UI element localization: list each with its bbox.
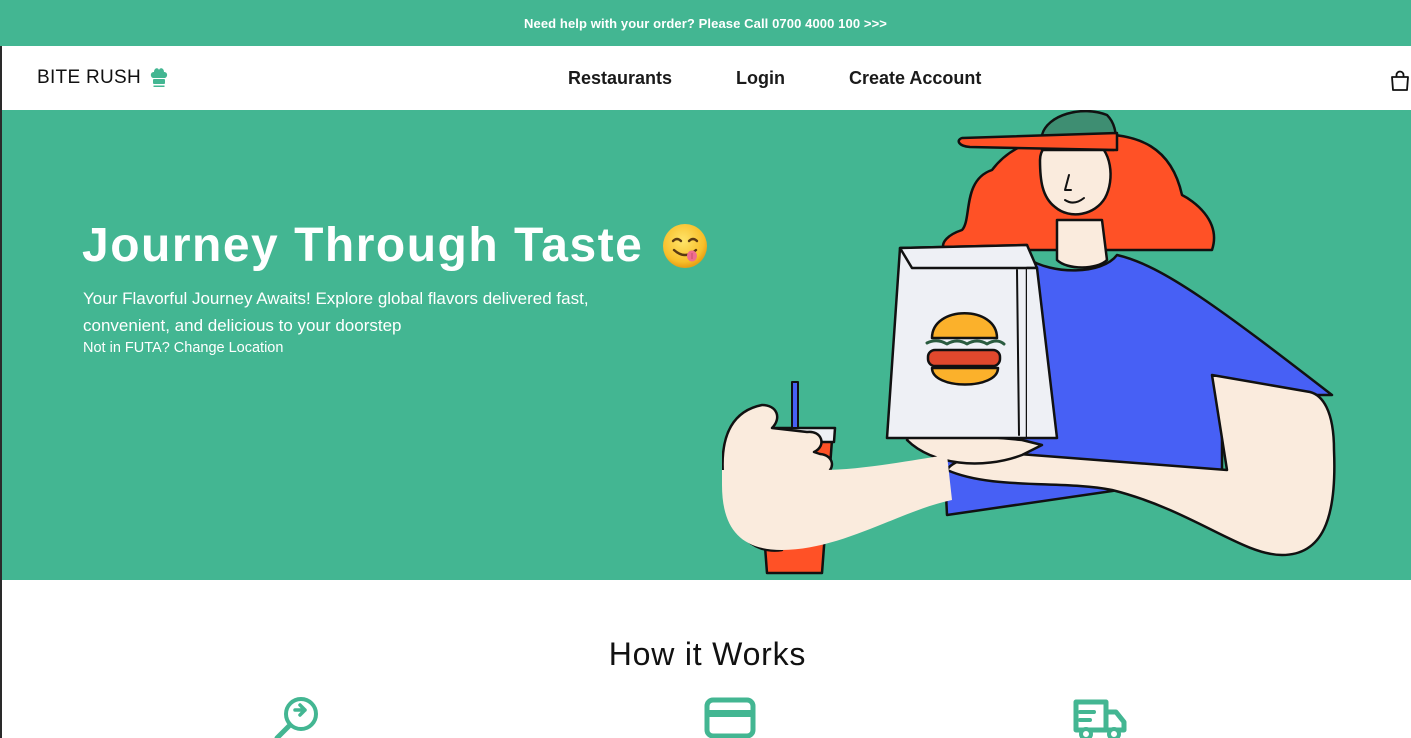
hero-title-text: Journey Through Taste [82,219,644,272]
nav-create-account[interactable]: Create Account [849,68,981,89]
shopping-bag-icon[interactable] [1390,70,1410,92]
nav-login[interactable]: Login [736,68,785,89]
hero-title: Journey Through Taste [82,218,709,273]
yum-face-emoji-icon [663,223,708,268]
hero-section: Journey Through Taste Your Flavorful Jou… [0,110,1411,580]
delivery-truck-icon [1073,699,1127,738]
hero-subtitle: Your Flavorful Journey Awaits! Explore g… [83,289,589,335]
brand-name: BITE RUSH [37,67,142,88]
hero-illustration [722,110,1336,575]
nav-links: Restaurants Login Create Account [568,46,981,110]
chef-hat-icon [150,68,168,87]
help-call-link[interactable]: Need help with your order? Please Call 0… [524,16,887,31]
brand-home-link[interactable]: BITE RUSH [37,46,169,110]
help-banner: Need help with your order? Please Call 0… [0,0,1411,46]
change-location-link[interactable]: Not in FUTA? Change Location [83,340,283,356]
how-it-works-title: How it Works [608,636,807,672]
how-it-works-section: How it Works [0,580,1411,738]
location-search-icon [274,697,318,738]
credit-card-icon [704,697,756,738]
nav-restaurants[interactable]: Restaurants [568,68,672,89]
navbar: BITE RUSH Restaurants Login Create Accou… [0,46,1411,110]
